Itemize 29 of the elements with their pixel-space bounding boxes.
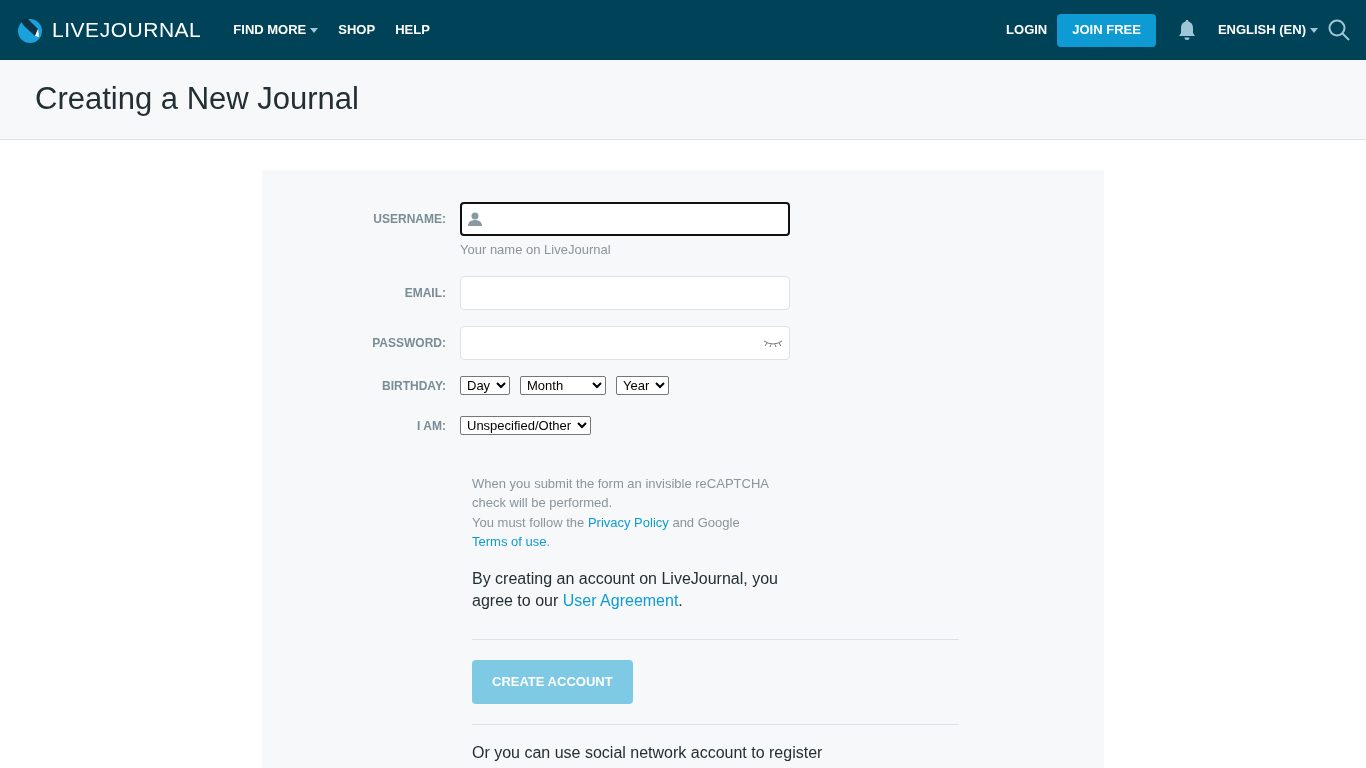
input-field[interactable] [460, 202, 790, 236]
dropdown[interactable]: Unspecified/Other [460, 415, 591, 435]
social-register-text: Or you can use social network account to register [472, 742, 824, 763]
field-label: EMAIL: [403, 284, 447, 302]
nav-link[interactable]: HELP [395, 20, 430, 40]
nav-link[interactable]: SHOP [338, 20, 376, 40]
logo-text[interactable]: LIVEJOURNAL [52, 14, 202, 46]
caret-icon [1310, 27, 1318, 33]
field-hint: Your name on LiveJournal [460, 241, 612, 259]
dropdown[interactable]: Month [520, 375, 606, 395]
dropdown[interactable]: Year [616, 375, 669, 395]
nav-link[interactable]: FIND MORE [233, 20, 319, 40]
dropdown[interactable]: Day [460, 375, 510, 395]
bell-icon[interactable] [1176, 19, 1197, 41]
pencil-logo-icon[interactable] [16, 16, 44, 44]
page-title: Creating a New Journal [35, 80, 359, 119]
search-icon[interactable] [1328, 19, 1350, 41]
field-label: I AM: [416, 417, 447, 435]
field-label: USERNAME: [372, 211, 447, 228]
field-label: PASSWORD: [371, 334, 447, 352]
recaptcha-notice: When you submit the form an invisible reCAPTCHA check will be performed. You must follow the Privacy Policy and Google Terms of use. [472, 474, 770, 551]
caret-icon [310, 27, 319, 33]
password-field[interactable] [460, 325, 790, 360]
language-selector[interactable]: ENGLISH (EN) [1217, 20, 1318, 40]
person-icon [468, 212, 482, 226]
agreement-text: By creating an account on LiveJournal, you agree to our User Agreement. [472, 568, 779, 611]
field-label: BIRTHDAY: [381, 377, 447, 395]
login-link[interactable]: LOGIN [1006, 20, 1048, 40]
closed-eye-icon[interactable] [763, 338, 783, 347]
